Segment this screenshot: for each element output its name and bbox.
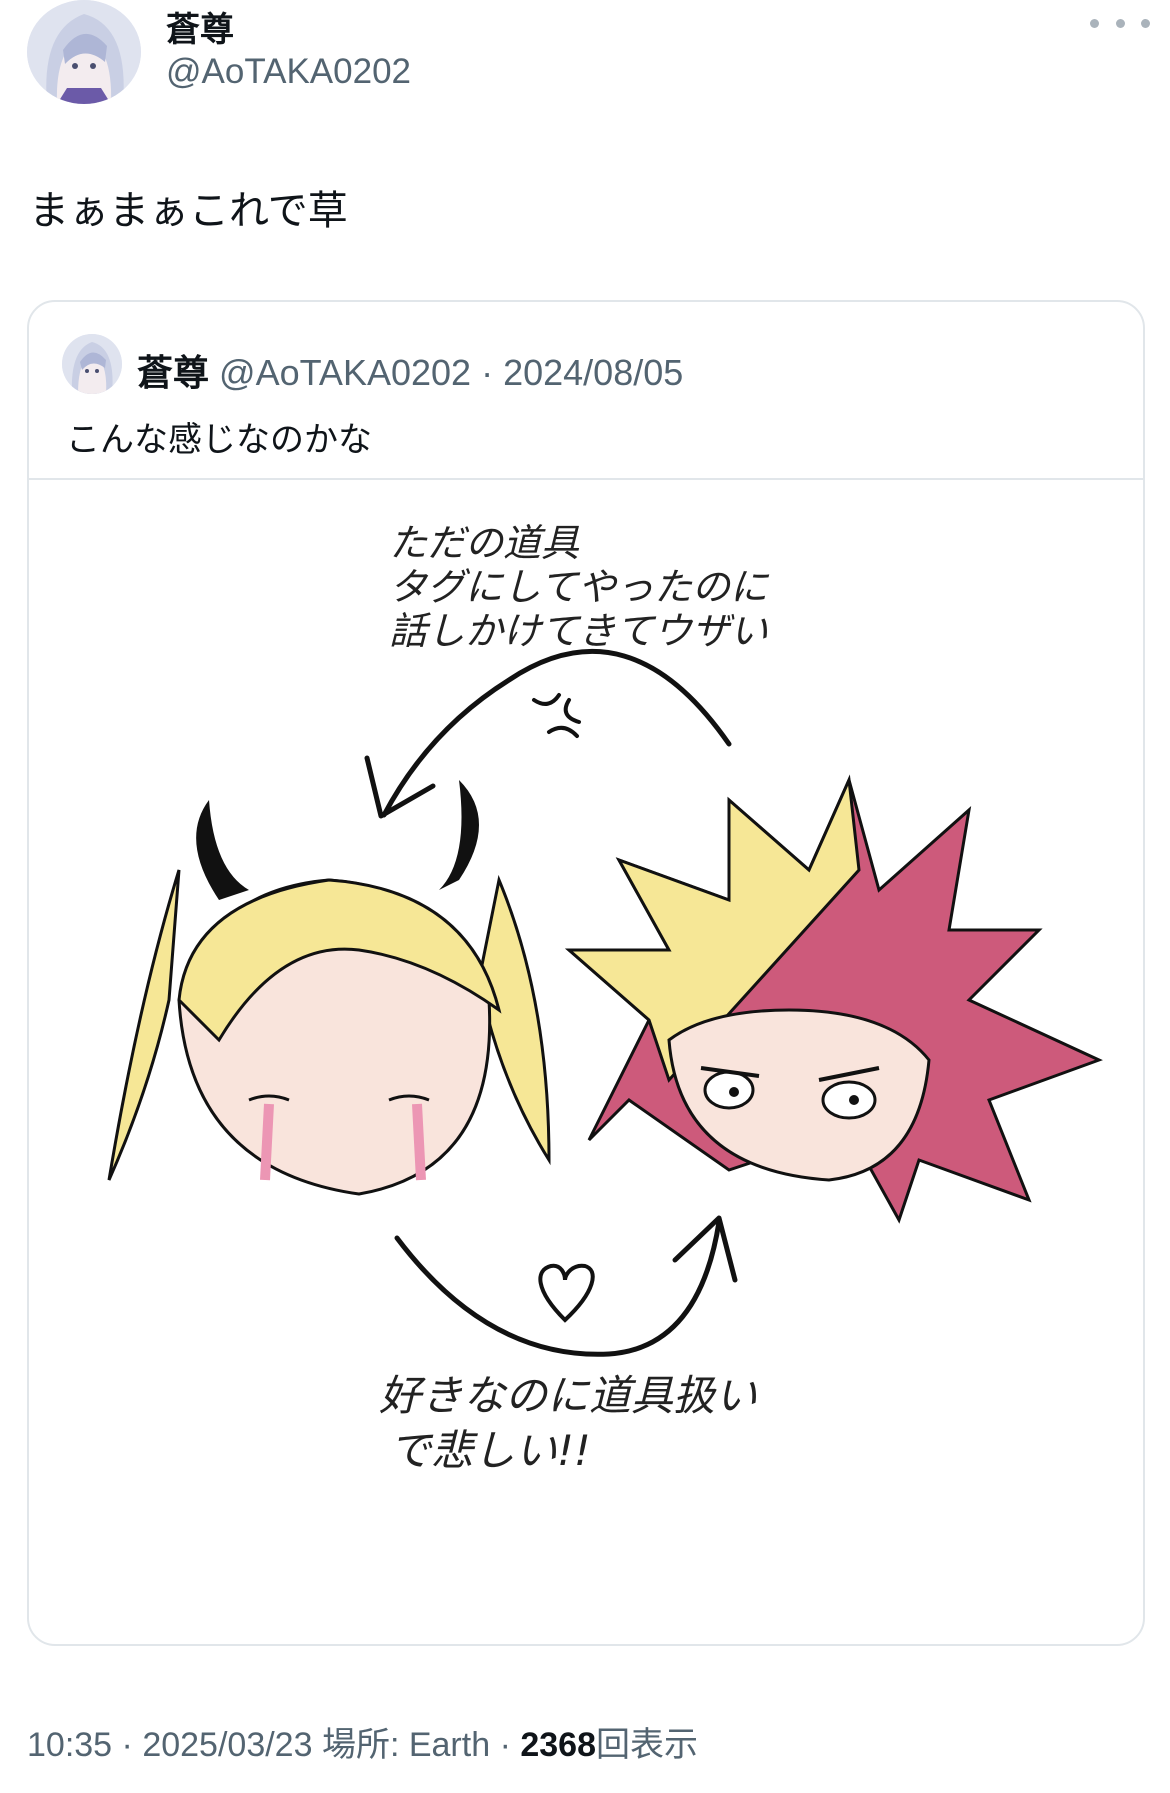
view-label: 回表示 <box>596 1726 698 1764</box>
separator: · <box>481 352 494 393</box>
handle[interactable]: @AoTAKA0202 <box>166 52 411 92</box>
quote-display-name[interactable]: 蒼尊 <box>137 352 209 393</box>
tweet-footer: 10:35 · 2025/03/23 場所: Earth · 2368回表示 <box>27 1717 698 1766</box>
post-time[interactable]: 10:35 <box>27 1726 112 1764</box>
top-arrow <box>381 649 732 818</box>
blonde-character <box>107 780 551 1196</box>
quote-avatar[interactable] <box>62 334 122 394</box>
more-horizontal-icon[interactable] <box>1090 8 1150 38</box>
heart-icon <box>538 1263 595 1323</box>
quote-meta: 蒼尊 @AoTAKA0202 · 2024/08/05 <box>137 344 683 396</box>
display-name[interactable]: 蒼尊 <box>166 2 234 51</box>
avatar[interactable] <box>27 0 141 104</box>
quote-illustration[interactable]: ただの道具 タグにしてやったのに 話しかけてきてウザい 好きなのに道具扱い で悲… <box>29 480 1143 1644</box>
tweet-text: まぁまぁこれで草 <box>29 189 348 233</box>
tweet-header: 蒼尊 @AoTAKA0202 <box>0 0 1170 110</box>
quote-date[interactable]: 2024/08/05 <box>503 352 683 393</box>
location: 場所: Earth <box>321 1726 491 1764</box>
quoted-tweet[interactable]: 蒼尊 @AoTAKA0202 · 2024/08/05 こんな感じなのかな ただ… <box>27 300 1145 1646</box>
post-date[interactable]: 2025/03/23 <box>142 1726 312 1764</box>
spiky-character <box>565 774 1103 1224</box>
separator: · <box>121 1726 133 1764</box>
anger-mark-icon <box>532 693 581 738</box>
illustration-top-line1: ただの道具 <box>389 521 580 565</box>
illustration-bottom-line2: で悲しい!! <box>389 1426 591 1475</box>
illustration-top-line2: タグにしてやったのに <box>389 565 770 609</box>
illustration-top-line3: 話しかけてきてウザい <box>389 609 768 653</box>
separator: · <box>499 1726 511 1764</box>
quote-text: こんな感じなのかな <box>66 421 372 459</box>
bottom-arrow <box>394 1219 722 1357</box>
view-count: 2368 <box>520 1726 596 1764</box>
illustration-bottom-line1: 好きなのに道具扱い <box>379 1371 757 1420</box>
quote-handle[interactable]: @AoTAKA0202 <box>219 352 471 393</box>
